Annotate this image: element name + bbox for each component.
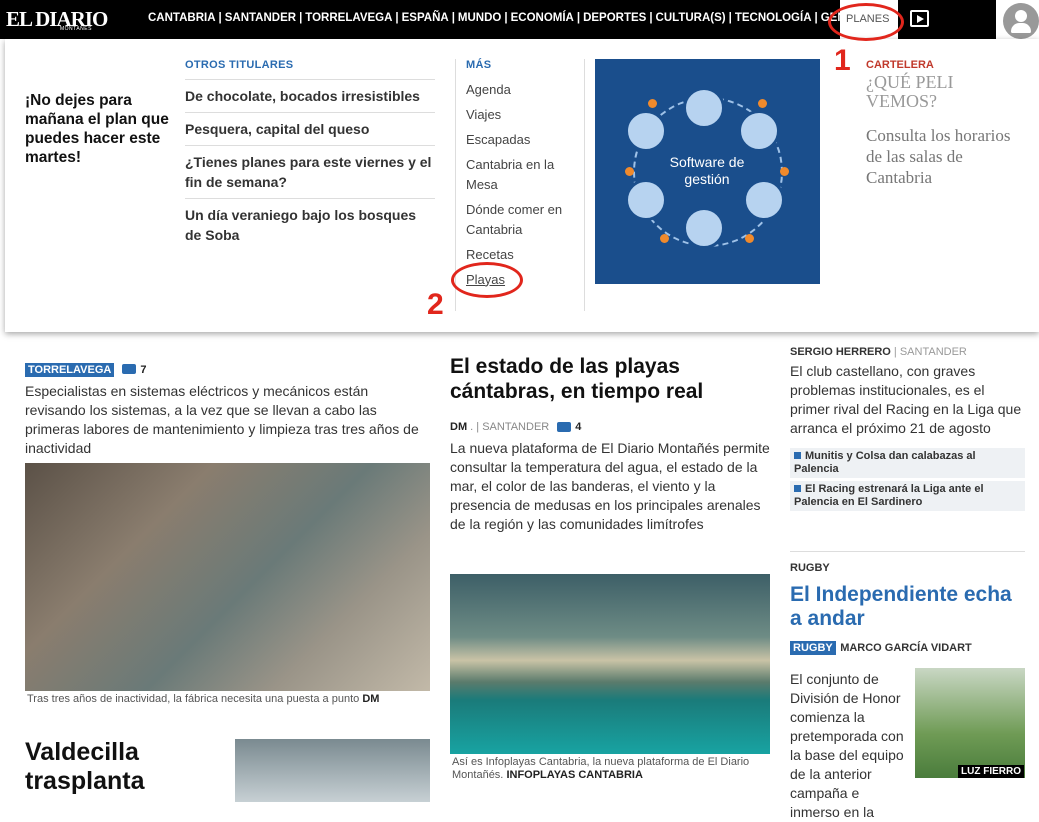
otros-titulares-heading: OTROS TITULARES [185, 59, 294, 71]
ad-dot [660, 234, 669, 243]
byline-location: | SANTANDER [893, 346, 967, 358]
ad-dot [758, 99, 767, 108]
main-nav: CANTABRIA | SANTANDER | TORRELAVEGA | ESPAÑ… [145, 12, 863, 24]
photo-caption: Tras tres años de inactividad, la fábric… [27, 693, 379, 705]
nav-item-deportes[interactable]: DEPORTES [580, 12, 649, 24]
byline-author[interactable]: DM [450, 421, 467, 433]
article-summary[interactable]: Especialistas en sistemas eléctricos y m… [25, 382, 430, 458]
user-avatar-icon[interactable] [1003, 3, 1039, 39]
article-summary[interactable]: El club castellano, con graves problemas… [790, 362, 1025, 438]
headline-playas[interactable]: El estado de las playas cántabras, en ti… [450, 354, 770, 404]
article-racing: SERGIO HERRERO | SANTANDER El club caste… [790, 346, 1025, 511]
otros-titulares: OTROS TITULARES De chocolate, bocados ir… [185, 59, 435, 251]
ad-dot [625, 167, 634, 176]
comment-count[interactable]: 7 [140, 364, 146, 376]
cartelera-description[interactable]: Consulta los horarios de las salas de Ca… [866, 125, 1026, 188]
headline-valdecilla[interactable]: Valdecilla trasplanta [25, 738, 225, 796]
link-viajes[interactable]: Viajes [466, 102, 581, 127]
cartelera-question[interactable]: ¿QUÉ PELI VEMOS? [866, 73, 1026, 111]
photo-credit: LUZ FIERRO [958, 765, 1024, 778]
people-icon [683, 207, 725, 249]
nav-item-cantabria[interactable]: CANTABRIA [145, 12, 219, 24]
video-play-icon[interactable] [910, 10, 929, 27]
cartelera-label[interactable]: CARTELERA [866, 59, 1026, 71]
factory-icon [738, 110, 780, 152]
headline-link[interactable]: Pesquera, capital del queso [185, 112, 435, 145]
nav-item-torrelavega[interactable]: TORRELAVEGA [302, 12, 395, 24]
nav-item-espana[interactable]: ESPAÑA [399, 12, 452, 24]
section-tag[interactable]: RUGBY [790, 641, 836, 655]
site-logo-subtitle: MONTAÑÉS [60, 26, 92, 32]
ad-dot [648, 99, 657, 108]
comment-icon[interactable] [122, 363, 137, 374]
comment-count[interactable]: 4 [575, 421, 581, 433]
caption-text: Tras tres años de inactividad, la fábric… [27, 693, 360, 705]
photo-caption: Así es Infoplayas Cantabria, la nueva pl… [452, 756, 770, 782]
comment-icon[interactable] [557, 422, 572, 433]
cartelera-box: CARTELERA ¿QUÉ PELI VEMOS? Consulta los … [866, 59, 1026, 188]
byline: DM . | SANTANDER 4 [450, 421, 770, 433]
mas-links: MÁS Agenda Viajes Escapadas Cantabria en… [466, 59, 581, 292]
nav-item-santander[interactable]: SANTANDER [222, 12, 299, 24]
byline-location: . | SANTANDER [470, 421, 550, 433]
article-photo-factory[interactable] [25, 463, 430, 691]
section-tag[interactable]: TORRELAVEGA [25, 363, 115, 377]
byline: RUGBY MARCO GARCÍA VIDART [790, 638, 1025, 656]
link-cantabria-en-la-mesa[interactable]: Cantabria en la Mesa [466, 152, 581, 197]
caption-credit: INFOPLAYAS CANTABRIA [506, 769, 643, 781]
nav-item-mundo[interactable]: MUNDO [455, 12, 504, 24]
mas-heading: MÁS [466, 59, 492, 71]
divider [790, 551, 1025, 552]
ad-dot [780, 167, 789, 176]
headline-link[interactable]: ¿Tienes planes para este viernes y el fi… [185, 145, 435, 198]
annotation-number-1: 1 [834, 44, 851, 77]
article-torrelavega: TORRELAVEGA 7 Especialistas en sistemas e… [25, 360, 430, 458]
related-link[interactable]: El Racing estrenará la Liga ante el Pale… [790, 481, 1025, 511]
headline-link[interactable]: Un día veraniego bajo los bosques de Sob… [185, 198, 435, 251]
annotation-number-2: 2 [427, 288, 444, 321]
caption-credit: DM [362, 693, 380, 705]
gears-icon [625, 110, 667, 152]
ad-banner-software[interactable]: Software de gestión [595, 59, 820, 284]
link-donde-comer[interactable]: Dónde comer en Cantabria [466, 197, 581, 242]
link-escapadas[interactable]: Escapadas [466, 127, 581, 152]
article-photo-rugby[interactable] [915, 668, 1025, 778]
promo-text[interactable]: ¡No dejes para mañana el plan que puedes… [25, 91, 175, 167]
byline-author[interactable]: SERGIO HERRERO [790, 346, 891, 358]
article-rugby: RUGBY El Independiente echa a andar RUGB… [790, 562, 1025, 656]
nav-item-economia[interactable]: ECONOMÍA [508, 12, 577, 24]
article-summary[interactable]: El conjunto de División de Honor comienz… [790, 670, 910, 822]
article-summary[interactable]: La nueva plataforma de El Diario Montañé… [450, 439, 770, 534]
article-photo-hospital[interactable] [235, 739, 430, 802]
article-playas: El estado de las playas cántabras, en ti… [450, 354, 770, 534]
headline-independiente[interactable]: El Independiente echa a andar [790, 583, 1025, 631]
byline: SERGIO HERRERO | SANTANDER [790, 346, 1025, 358]
globe-icon [683, 87, 725, 129]
nav-item-tecnologia[interactable]: TECNOLOGÍA [732, 12, 815, 24]
ad-dot [745, 234, 754, 243]
column-divider [584, 59, 585, 311]
ad-text: Software de gestión [669, 154, 745, 187]
section-label[interactable]: RUGBY [790, 562, 1025, 574]
related-link[interactable]: Munitis y Colsa dan calabazas al Palenci… [790, 448, 1025, 478]
site-logo[interactable]: EL DIARIO [6, 7, 108, 32]
nav-item-culturas[interactable]: CULTURA(S) [653, 12, 729, 24]
headline-link[interactable]: De chocolate, bocados irresistibles [185, 79, 435, 112]
byline-author[interactable]: MARCO GARCÍA VIDART [840, 642, 972, 654]
annotation-circle-planes [828, 3, 904, 41]
article-photo-infoplayas[interactable] [450, 574, 770, 754]
annotation-circle-playas [451, 262, 523, 298]
link-agenda[interactable]: Agenda [466, 77, 581, 102]
